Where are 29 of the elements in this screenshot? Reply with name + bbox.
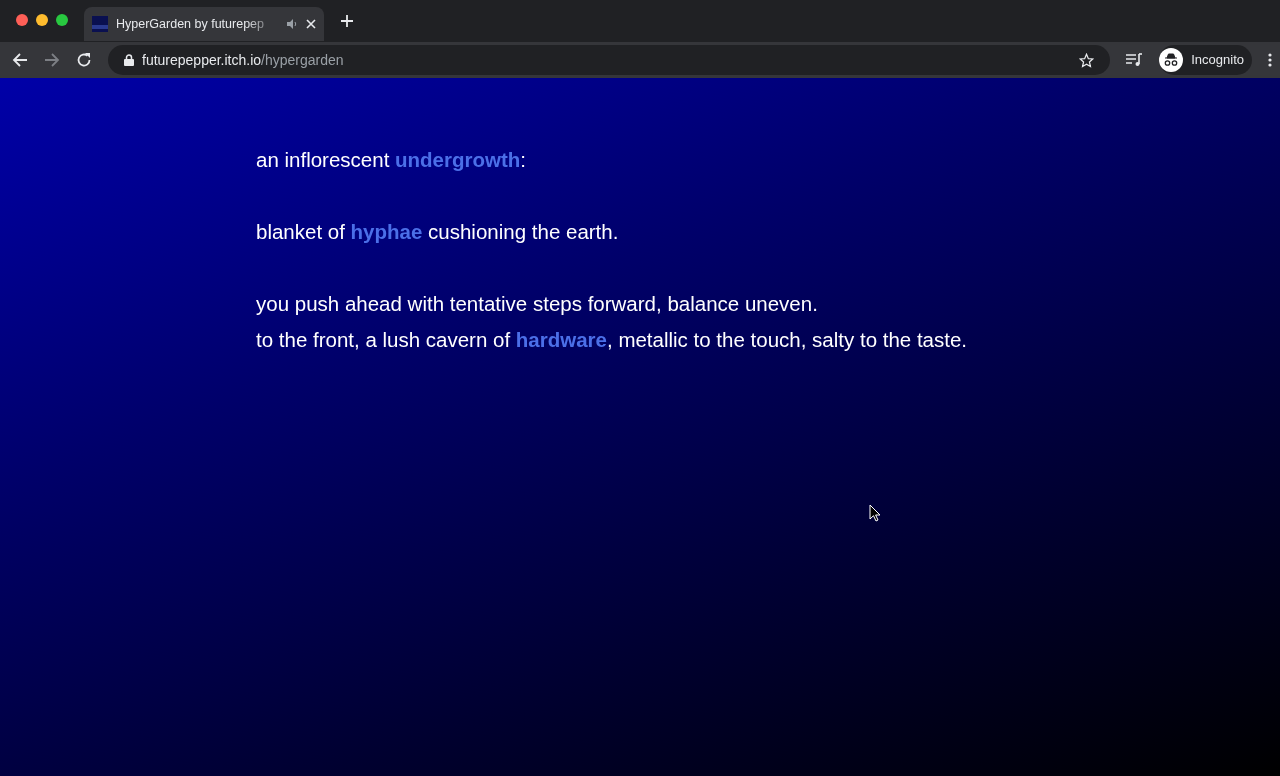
incognito-icon bbox=[1159, 48, 1184, 72]
close-window-button[interactable] bbox=[16, 14, 28, 26]
minimize-window-button[interactable] bbox=[36, 14, 48, 26]
url-path: /hypergarden bbox=[261, 51, 344, 68]
story-line: blanket of hyphae cushioning the earth. bbox=[256, 219, 620, 245]
lock-icon bbox=[124, 54, 134, 66]
star-icon[interactable] bbox=[1079, 52, 1095, 68]
speaker-icon[interactable] bbox=[286, 18, 298, 30]
menu-icon[interactable] bbox=[1268, 53, 1272, 67]
story-line: you push ahead with tentative steps forward, balance uneven. bbox=[256, 291, 819, 317]
keyword-link[interactable]: hardware bbox=[515, 328, 607, 351]
reload-button[interactable] bbox=[76, 52, 92, 68]
address-bar[interactable]: futurepepper.itch.io/hypergarden bbox=[108, 45, 1111, 75]
story-line: to the front, a lush cavern of hardware, metallic to the touch, salty to the taste. bbox=[256, 327, 969, 353]
back-button[interactable] bbox=[12, 52, 28, 68]
new-tab-icon[interactable] bbox=[340, 14, 354, 28]
browser-tab[interactable]: HyperGarden by futurepep bbox=[84, 7, 324, 41]
forward-button[interactable] bbox=[44, 52, 60, 68]
close-tab-icon[interactable] bbox=[306, 19, 316, 29]
url-host: futurepepper.itch.io bbox=[142, 51, 262, 68]
site-favicon-icon bbox=[92, 16, 108, 32]
maximize-window-button[interactable] bbox=[56, 14, 68, 26]
keyword-link[interactable]: undergrowth bbox=[395, 148, 521, 171]
media-controls-icon[interactable] bbox=[1126, 53, 1144, 67]
tab-title: HyperGarden by futurepep bbox=[116, 15, 265, 33]
incognito-profile-button[interactable]: Incognito bbox=[1159, 45, 1252, 75]
mouse-pointer-icon bbox=[869, 504, 881, 522]
keyword-link[interactable]: hyphae bbox=[350, 220, 423, 243]
story-line: an inflorescent undergrowth: bbox=[256, 147, 527, 173]
